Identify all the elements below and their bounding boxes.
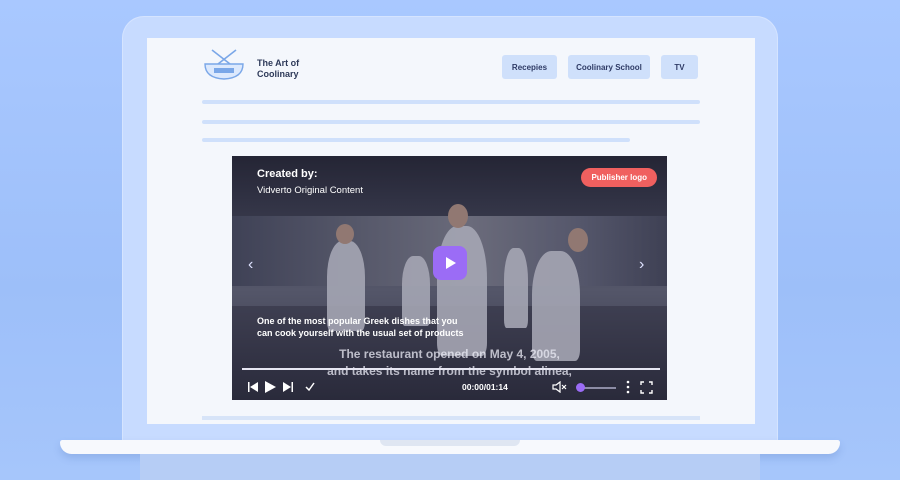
laptop-stand	[140, 454, 760, 480]
subtitle-line: The restaurant opened on May 4, 2005,	[339, 347, 560, 361]
chevron-right-icon[interactable]: ›	[639, 256, 644, 274]
skip-next-icon[interactable]	[282, 379, 294, 395]
nav-tv-button[interactable]: TV	[661, 55, 698, 79]
play-icon	[446, 257, 456, 269]
creator-name: Vidverto Original Content	[257, 185, 363, 196]
content-placeholder-line	[202, 120, 700, 124]
brand-name[interactable]: The Art of Coolinary	[257, 58, 317, 80]
created-by-label: Created by:	[257, 168, 318, 180]
brand-logo-icon[interactable]	[202, 48, 246, 82]
mute-icon[interactable]	[552, 379, 568, 395]
content-placeholder-line	[202, 416, 700, 420]
progress-bar[interactable]	[242, 368, 660, 370]
checkmark-icon[interactable]	[305, 379, 315, 395]
skip-previous-icon[interactable]	[247, 379, 259, 395]
video-player[interactable]: Created by: Vidverto Original Content Pu…	[232, 156, 667, 400]
fullscreen-icon[interactable]	[640, 379, 653, 395]
content-placeholder-line	[202, 100, 700, 104]
content-placeholder-line	[202, 138, 630, 142]
video-description: One of the most popular Greek dishes tha…	[257, 316, 464, 338]
nav-coolinary-school-button[interactable]: Coolinary School	[568, 55, 650, 79]
time-display: 00:00/01:14	[462, 382, 508, 392]
chevron-left-icon[interactable]: ‹	[248, 256, 253, 274]
player-controls: 00:00/01:14	[232, 374, 667, 400]
nav-recepies-button[interactable]: Recepies	[502, 55, 557, 79]
laptop-notch	[380, 440, 520, 446]
publisher-logo-badge[interactable]: Publisher logo	[581, 168, 657, 187]
play-small-icon[interactable]	[264, 379, 277, 395]
more-options-icon[interactable]	[626, 379, 630, 395]
laptop-screen: The Art of Coolinary Recepies Coolinary …	[147, 38, 755, 424]
play-button[interactable]	[433, 246, 467, 280]
volume-slider-handle[interactable]	[576, 383, 585, 392]
